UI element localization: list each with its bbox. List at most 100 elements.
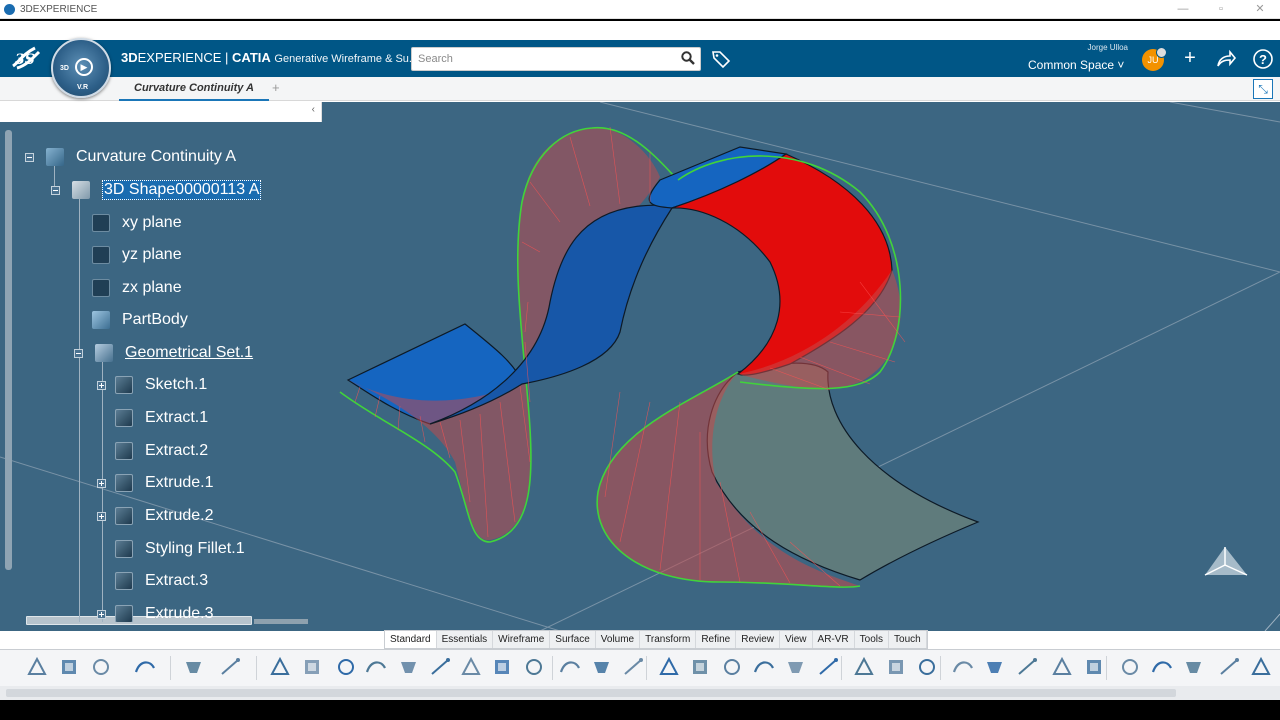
fillet-icon[interactable] — [914, 654, 940, 680]
display-icon[interactable] — [1248, 654, 1274, 680]
plane-icon — [92, 246, 110, 264]
connect-icon[interactable] — [1117, 654, 1143, 680]
tree-root[interactable]: Curvature Continuity A — [25, 144, 236, 170]
paste-icon[interactable] — [88, 654, 114, 680]
cut-icon[interactable] — [24, 654, 50, 680]
help-icon[interactable]: ? — [1252, 48, 1274, 70]
tree-item-sketch[interactable]: Sketch.1 — [97, 372, 207, 398]
compass-widget[interactable]: 3D ▶ V.R — [51, 38, 111, 98]
tab-touch[interactable]: Touch — [889, 631, 927, 648]
tree-item-extrude-3[interactable]: Extrude.3 — [97, 601, 213, 622]
fill-icon[interactable] — [719, 654, 745, 680]
split-icon[interactable] — [851, 654, 877, 680]
expand-icon[interactable] — [97, 511, 106, 521]
zoom-icon[interactable] — [181, 654, 207, 680]
extrapolate-icon[interactable] — [1049, 654, 1075, 680]
pattern-icon[interactable] — [950, 654, 976, 680]
expand-icon[interactable] — [97, 609, 106, 619]
maximize-button[interactable]: ▫ — [1201, 0, 1241, 19]
dassault-logo-icon[interactable]: 3S — [9, 42, 43, 74]
toolbar-scroll-thumb[interactable] — [6, 689, 1176, 697]
collapse-icon[interactable] — [51, 185, 60, 195]
3d-viewport[interactable]: ‹ Curvature Continuity A 3D Shape0000011… — [0, 102, 1280, 631]
add-tab-button[interactable]: + — [272, 77, 284, 99]
measure-icon[interactable] — [1081, 654, 1107, 680]
tab-transform[interactable]: Transform — [640, 631, 697, 648]
close-button[interactable]: ✕ — [1240, 0, 1280, 19]
tree-item-zx-plane[interactable]: zx plane — [92, 275, 182, 301]
add-icon[interactable]: + — [1179, 48, 1201, 70]
axis-icon[interactable] — [396, 654, 422, 680]
porcupine-icon[interactable] — [1216, 654, 1242, 680]
tree-item-xy-plane[interactable]: xy plane — [92, 210, 182, 236]
toolbar-scrollbar[interactable] — [0, 686, 1280, 700]
line-icon[interactable] — [363, 654, 389, 680]
space-selector[interactable]: Common Space ˅ — [1028, 58, 1124, 72]
tab-ar-vr[interactable]: AR-VR — [813, 631, 855, 648]
sweep-icon[interactable] — [557, 654, 583, 680]
toolbar-separator — [646, 656, 647, 680]
expand-icon[interactable] — [97, 380, 106, 390]
tab-essentials[interactable]: Essentials — [437, 631, 494, 648]
point-icon[interactable] — [333, 654, 359, 680]
tree-item-geometrical-set[interactable]: Geometrical Set.1 — [74, 340, 253, 366]
collapse-icon[interactable] — [25, 152, 34, 162]
sketch-edit-icon[interactable] — [299, 654, 325, 680]
play-icon[interactable]: ▶ — [75, 58, 93, 76]
extrude-icon[interactable] — [656, 654, 682, 680]
multi-section-icon[interactable] — [589, 654, 615, 680]
collapse-icon[interactable] — [74, 348, 83, 358]
circle-icon[interactable] — [489, 654, 515, 680]
tab-surface[interactable]: Surface — [550, 631, 596, 648]
tab-tools[interactable]: Tools — [855, 631, 890, 648]
extract-icon — [115, 572, 133, 590]
join-icon[interactable] — [783, 654, 809, 680]
tab-review[interactable]: Review — [736, 631, 781, 648]
offset-icon[interactable] — [751, 654, 777, 680]
curvature-icon[interactable] — [1181, 654, 1207, 680]
tree-item-partbody[interactable]: PartBody — [92, 307, 188, 333]
blend-icon[interactable] — [620, 654, 646, 680]
spline-icon[interactable] — [521, 654, 547, 680]
tree-item-styling-fillet[interactable]: Styling Fillet.1 — [115, 536, 245, 562]
undo-icon[interactable] — [132, 654, 158, 680]
search-icon[interactable] — [681, 51, 695, 65]
tab-refine[interactable]: Refine — [696, 631, 737, 648]
tree-item-extrude-2[interactable]: Extrude.2 — [97, 503, 213, 529]
product-icon — [46, 148, 64, 166]
copy-icon[interactable] — [56, 654, 82, 680]
svg-text:?: ? — [1259, 52, 1267, 67]
tab-volume[interactable]: Volume — [596, 631, 641, 648]
translate-icon[interactable] — [982, 654, 1008, 680]
axis-system-icon[interactable] — [458, 654, 484, 680]
update-icon[interactable] — [217, 654, 243, 680]
tab-curvature-continuity[interactable]: Curvature Continuity A — [119, 77, 269, 101]
tree-item-extrude-1[interactable]: Extrude.1 — [97, 470, 213, 496]
tree-item-yz-plane[interactable]: yz plane — [92, 242, 182, 268]
tree-item-extract-1[interactable]: Extract.1 — [115, 405, 208, 431]
expand-icon[interactable] — [97, 478, 106, 488]
extract-icon — [115, 409, 133, 427]
tab-wireframe[interactable]: Wireframe — [493, 631, 551, 648]
collapse-panel-icon[interactable]: ‹ — [312, 104, 315, 115]
extract-icon — [115, 442, 133, 460]
tag-icon[interactable] — [711, 49, 731, 69]
fullscreen-icon[interactable]: ⤡ — [1253, 79, 1273, 99]
search-input[interactable]: Search — [411, 47, 701, 71]
tab-view[interactable]: View — [780, 631, 813, 648]
tree-item-extract-2[interactable]: Extract.2 — [115, 438, 208, 464]
trim-icon[interactable] — [883, 654, 909, 680]
analysis-icon[interactable] — [1149, 654, 1175, 680]
plane-icon[interactable] — [427, 654, 453, 680]
heal-icon[interactable] — [815, 654, 841, 680]
tree-item-extract-3[interactable]: Extract.3 — [115, 568, 208, 594]
sketch-icon[interactable] — [267, 654, 293, 680]
tab-standard[interactable]: Standard — [385, 631, 437, 648]
share-icon[interactable] — [1215, 48, 1237, 70]
minimize-button[interactable]: — — [1163, 0, 1203, 19]
revolve-icon[interactable] — [687, 654, 713, 680]
tree-shape[interactable]: 3D Shape00000113 A — [51, 177, 262, 203]
avatar[interactable]: JU — [1142, 47, 1167, 71]
toolbar-section-tabs: Standard Essentials Wireframe Surface Vo… — [384, 630, 928, 649]
transform-icon[interactable] — [1014, 654, 1040, 680]
